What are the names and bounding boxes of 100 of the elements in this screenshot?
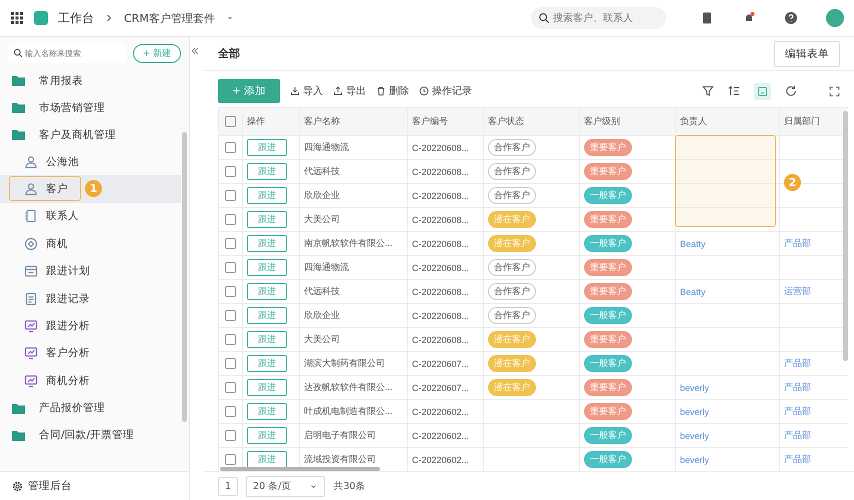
table-cell: C-20220608... — [408, 136, 484, 160]
monitor-chart-icon — [24, 346, 38, 360]
level-tag: 重要客户 — [584, 403, 632, 420]
status-tag: 合作客户 — [488, 139, 536, 156]
scrollbar[interactable] — [220, 467, 380, 471]
nav-item[interactable]: 客户分析 — [0, 340, 181, 368]
table-cell: C-20220608... — [408, 256, 484, 280]
layout-icon — [757, 86, 768, 96]
folder-icon — [12, 402, 25, 414]
nav-item[interactable]: 客户 1 — [0, 175, 181, 203]
status-tag: 合作客户 — [488, 187, 536, 204]
status-tag: 潜在客户 — [488, 331, 536, 348]
status-tag: 合作客户 — [488, 259, 536, 276]
nav-group[interactable]: 市场营销管理 — [0, 94, 181, 121]
row-checkbox[interactable] — [225, 286, 236, 297]
workspace-link[interactable]: 工作台 — [58, 10, 94, 26]
nav-group[interactable]: 客户及商机管理 — [0, 121, 181, 148]
status-tag: 潜在客户 — [488, 211, 536, 228]
export-icon — [333, 86, 344, 96]
table-cell: C-20220602... — [408, 400, 484, 424]
history-icon — [419, 86, 430, 96]
nav-item[interactable]: 公海池 — [0, 148, 181, 176]
table-cell: 南京帆软软件有限公... — [300, 232, 408, 256]
toolbar-action[interactable]: 操作记录 — [419, 84, 472, 98]
table-cell: 代远科技 — [300, 280, 408, 304]
row-checkbox[interactable] — [225, 166, 236, 177]
row-checkbox[interactable] — [225, 454, 236, 465]
table-cell: 欣欣企业 — [300, 304, 408, 328]
toolbar-action[interactable]: 导出 — [333, 84, 366, 98]
table-cell: 代远科技 — [300, 160, 408, 184]
contact-card-icon — [24, 209, 38, 224]
global-search-field[interactable]: 搜索客户、联系人 — [531, 7, 666, 29]
table-cell: 启明电子有限公司 — [300, 424, 408, 448]
row-checkbox[interactable] — [225, 214, 236, 225]
table-cell: C-20220608... — [408, 160, 484, 184]
nav-group[interactable]: 常用报表 — [0, 67, 181, 94]
table-cell: C-20220608... — [408, 280, 484, 304]
sidebar-search-field[interactable]: 输入名称来搜索 — [8, 43, 127, 63]
column-header[interactable]: 客户级别 — [580, 108, 676, 136]
status-tag: 潜在客户 — [488, 355, 536, 372]
trash-icon — [376, 86, 386, 96]
monitor-chart-icon — [24, 319, 38, 334]
nav-group[interactable]: 产品报价管理 — [0, 394, 181, 422]
level-tag: 重要客户 — [584, 163, 632, 180]
column-header[interactable]: 客户状态 — [484, 108, 580, 136]
sort-icon — [728, 85, 740, 97]
row-checkbox[interactable] — [225, 382, 236, 393]
row-checkbox[interactable] — [225, 358, 236, 369]
nav-item[interactable]: 跟进分析 — [0, 312, 181, 340]
toolbar-action[interactable]: 导入 — [290, 84, 324, 98]
nav-item[interactable]: 跟进记录 — [0, 284, 181, 312]
monitor-chart-icon — [24, 374, 38, 388]
document-icon — [24, 292, 38, 306]
collapse-icon — [190, 46, 200, 56]
row-checkbox[interactable] — [225, 190, 236, 201]
column-header[interactable]: 客户编号 — [408, 108, 484, 136]
settings-icon — [12, 480, 23, 492]
column-header[interactable]: 负责人 — [676, 108, 780, 136]
table-cell: 大美公司 — [300, 208, 408, 232]
status-tag: 合作客户 — [488, 163, 536, 180]
row-checkbox[interactable] — [225, 310, 236, 321]
table-cell: C-20220607... — [408, 352, 484, 376]
nav-item[interactable]: 商机分析 — [0, 367, 181, 395]
person-icon — [24, 154, 38, 169]
refresh-icon — [785, 85, 797, 97]
column-header[interactable]: 客户名称 — [300, 108, 408, 136]
nav-item[interactable]: 联系人 — [0, 202, 181, 230]
toolbar-action[interactable]: 删除 — [376, 84, 410, 98]
page-size-select[interactable]: 20 条/页 — [246, 476, 326, 496]
row-checkbox[interactable] — [225, 334, 236, 345]
step-badge: 2 — [784, 174, 801, 191]
scrollbar[interactable] — [182, 132, 187, 422]
suite-title[interactable]: CRM客户管理套件 — [124, 10, 215, 26]
row-checkbox[interactable] — [225, 430, 236, 441]
scrollbar[interactable] — [843, 111, 848, 361]
table-cell: 湖滨大制药有限公司 — [300, 352, 408, 376]
row-checkbox[interactable] — [225, 406, 236, 417]
nav-group[interactable]: 合同/回款/开票管理 — [0, 422, 181, 449]
page-number[interactable]: 1 — [218, 476, 238, 496]
level-tag: 重要客户 — [584, 283, 632, 300]
level-tag: 一般客户 — [584, 451, 632, 468]
row-checkbox[interactable] — [225, 262, 236, 273]
table-cell: 叶成机电制造有限公... — [300, 400, 408, 424]
table-cell: 大美公司 — [300, 328, 408, 352]
select-all-checkbox[interactable] — [225, 116, 236, 127]
column-header[interactable]: 操作 — [242, 108, 300, 136]
search-icon — [13, 48, 23, 58]
edit-form-button[interactable]: 编辑表单 — [774, 40, 840, 66]
column-header[interactable]: 归属部门 — [780, 108, 848, 136]
row-checkbox[interactable] — [225, 142, 236, 153]
admin-link[interactable]: 管理后台 — [0, 471, 189, 500]
status-tag: 潜在客户 — [488, 235, 536, 252]
nav-item[interactable]: 跟进计划 — [0, 258, 181, 285]
view-toggle[interactable] — [754, 82, 771, 100]
import-icon — [290, 86, 300, 96]
table-cell: C-20220608... — [408, 208, 484, 232]
user-avatar[interactable] — [826, 9, 844, 27]
nav-item[interactable]: 商机 — [0, 230, 181, 258]
row-checkbox[interactable] — [225, 238, 236, 249]
level-tag: 重要客户 — [584, 211, 632, 228]
